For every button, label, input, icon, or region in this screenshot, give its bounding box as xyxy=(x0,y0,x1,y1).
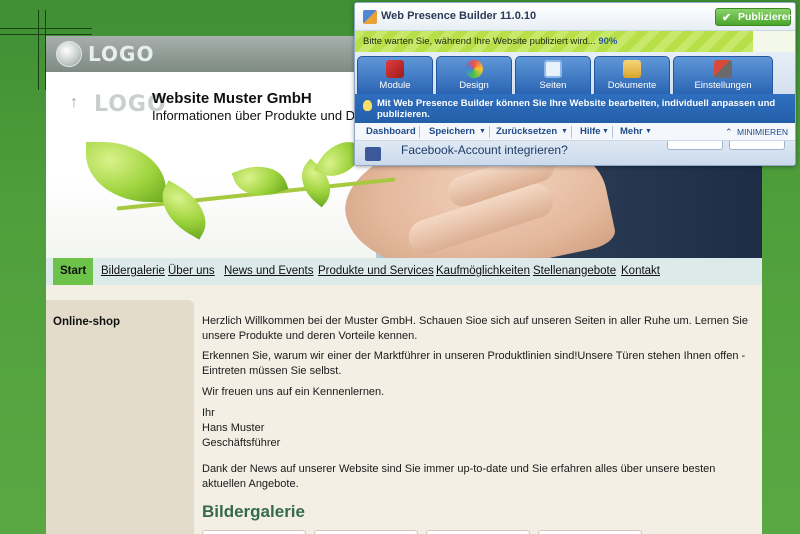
nav-item-news-und-events[interactable]: News und Events xyxy=(224,258,314,285)
nav-item-ueber-uns[interactable]: Über uns xyxy=(168,258,215,285)
progress-text: Bitte warten Sie, während Ihre Website p… xyxy=(363,36,617,47)
menu-help[interactable]: Hilfe xyxy=(580,123,601,141)
menu-reset[interactable]: Zurücksetzen xyxy=(496,123,557,141)
module-icon xyxy=(386,60,404,78)
facebook-notification: Facebook-Account integrieren? xyxy=(355,141,795,165)
tab-seiten-label: Seiten xyxy=(539,80,567,91)
nav-item-produkte-und-services[interactable]: Produkte und Services xyxy=(318,258,434,285)
reset-dropdown-arrow-icon[interactable]: ▼ xyxy=(561,123,568,141)
paragraph-news: Dank der News auf unserer Website sind S… xyxy=(202,463,716,490)
logo-circle-icon xyxy=(56,41,82,67)
nav-item-bildergalerie[interactable]: Bildergalerie xyxy=(101,258,165,285)
notification-dismiss-button[interactable] xyxy=(729,141,785,150)
menu-dashboard[interactable]: Dashboard xyxy=(366,123,416,141)
menu-separator xyxy=(419,126,420,138)
nav-item-kaufmoeglichkeiten[interactable]: Kaufmöglichkeiten xyxy=(436,258,530,285)
menu-separator xyxy=(489,126,490,138)
pages-icon xyxy=(544,60,562,78)
wpb-info-banner: Mit Web Presence Builder können Sie Ihre… xyxy=(355,94,795,123)
save-dropdown-arrow-icon[interactable]: ▼ xyxy=(479,123,486,141)
content-area: Online-shop Herzlich Willkommen bei der … xyxy=(46,285,762,534)
gallery-thumbnail[interactable] xyxy=(314,530,418,534)
tab-einstellungen-label: Einstellungen xyxy=(694,80,752,91)
menu-separator xyxy=(612,126,613,138)
paragraph-market-leader: Erkennen Sie, warum wir einer der Marktf… xyxy=(202,350,746,377)
settings-icon xyxy=(714,60,732,78)
site-title: Website Muster GmbH xyxy=(152,90,312,107)
web-presence-builder-panel: Web Presence Builder 11.0.10 ✔ Publizier… xyxy=(354,2,796,166)
info-text: Mit Web Presence Builder können Sie Ihre… xyxy=(377,98,776,120)
nav-item-start[interactable]: Start xyxy=(53,258,94,285)
paragraph-greeting: Wir freuen uns auf ein Kennenlernen. xyxy=(202,386,385,398)
paragraph-welcome: Herzlich Willkommen bei der Muster GmbH.… xyxy=(202,315,748,342)
tab-design[interactable]: Design xyxy=(436,56,512,94)
decorative-line xyxy=(38,10,39,90)
more-dropdown-arrow-icon[interactable]: ▼ xyxy=(645,123,652,141)
gallery-heading: Bildergalerie xyxy=(202,502,305,521)
help-dropdown-arrow-icon[interactable]: ▼ xyxy=(602,123,609,141)
documents-icon xyxy=(623,60,641,78)
site-navigation: Start Bildergalerie Über uns News und Ev… xyxy=(46,258,762,285)
gallery-thumbnail[interactable] xyxy=(426,530,530,534)
sidebar-title: Online-shop xyxy=(53,316,121,328)
tab-dokumente-label: Dokumente xyxy=(607,80,657,91)
facebook-icon xyxy=(365,147,381,161)
tab-seiten[interactable]: Seiten xyxy=(515,56,591,94)
main-content: Herzlich Willkommen bei der Muster GmbH.… xyxy=(202,300,762,534)
lightbulb-icon xyxy=(363,100,372,111)
publish-button-label: Publizieren xyxy=(738,11,795,23)
menu-separator xyxy=(571,126,572,138)
decorative-line xyxy=(0,34,92,35)
tab-design-label: Design xyxy=(459,80,489,91)
tab-module-label: Module xyxy=(379,80,411,91)
site-logo[interactable]: LOGO xyxy=(88,42,154,66)
design-icon xyxy=(465,60,483,78)
wpb-app-icon xyxy=(363,10,377,24)
nav-item-stellenangebote[interactable]: Stellenangebote xyxy=(533,258,616,285)
decorative-line xyxy=(0,28,92,29)
notification-accept-button[interactable] xyxy=(667,141,723,150)
minimize-button[interactable]: MINIMIEREN xyxy=(737,123,788,141)
tab-einstellungen[interactable]: Einstellungen xyxy=(673,56,773,94)
publish-progress: Bitte warten Sie, während Ihre Website p… xyxy=(355,31,795,52)
progress-percent: 90% xyxy=(598,36,618,47)
gallery-thumbnail[interactable] xyxy=(202,530,306,534)
nav-item-kontakt[interactable]: Kontakt xyxy=(621,258,660,285)
wpb-tab-bar: Module Design Seiten Dokumente Einstellu… xyxy=(355,52,795,94)
plant-leaf xyxy=(86,142,166,202)
menu-save[interactable]: Speichern xyxy=(429,123,475,141)
wpb-titlebar: Web Presence Builder 11.0.10 ✔ Publizier… xyxy=(355,3,795,31)
wpb-menu-bar: Dashboard Speichern ▼ Zurücksetzen ▼ Hil… xyxy=(355,123,795,141)
gallery-thumbnail[interactable] xyxy=(538,530,642,534)
header-arrow-icon: ↑ xyxy=(70,94,78,111)
sidebar: Online-shop xyxy=(46,300,194,534)
signature-line: Ihr xyxy=(202,407,215,419)
check-icon: ✔ xyxy=(722,12,732,24)
tab-dokumente[interactable]: Dokumente xyxy=(594,56,670,94)
signature-name: Hans Muster xyxy=(202,422,265,434)
plant-leaf xyxy=(231,156,289,206)
minimize-icon[interactable]: ⌃ xyxy=(725,123,733,141)
publish-button[interactable]: ✔ Publizieren xyxy=(715,8,795,26)
tab-module[interactable]: Module xyxy=(357,56,433,94)
facebook-notification-text[interactable]: Facebook-Account integrieren? xyxy=(401,143,568,157)
signature-role: Geschäftsführer xyxy=(202,437,281,449)
progress-message: Bitte warten Sie, während Ihre Website p… xyxy=(363,36,596,47)
site-subtitle: Informationen über Produkte und Dienstle… xyxy=(152,108,358,123)
menu-more[interactable]: Mehr xyxy=(620,123,643,141)
wpb-title: Web Presence Builder 11.0.10 xyxy=(381,10,537,22)
